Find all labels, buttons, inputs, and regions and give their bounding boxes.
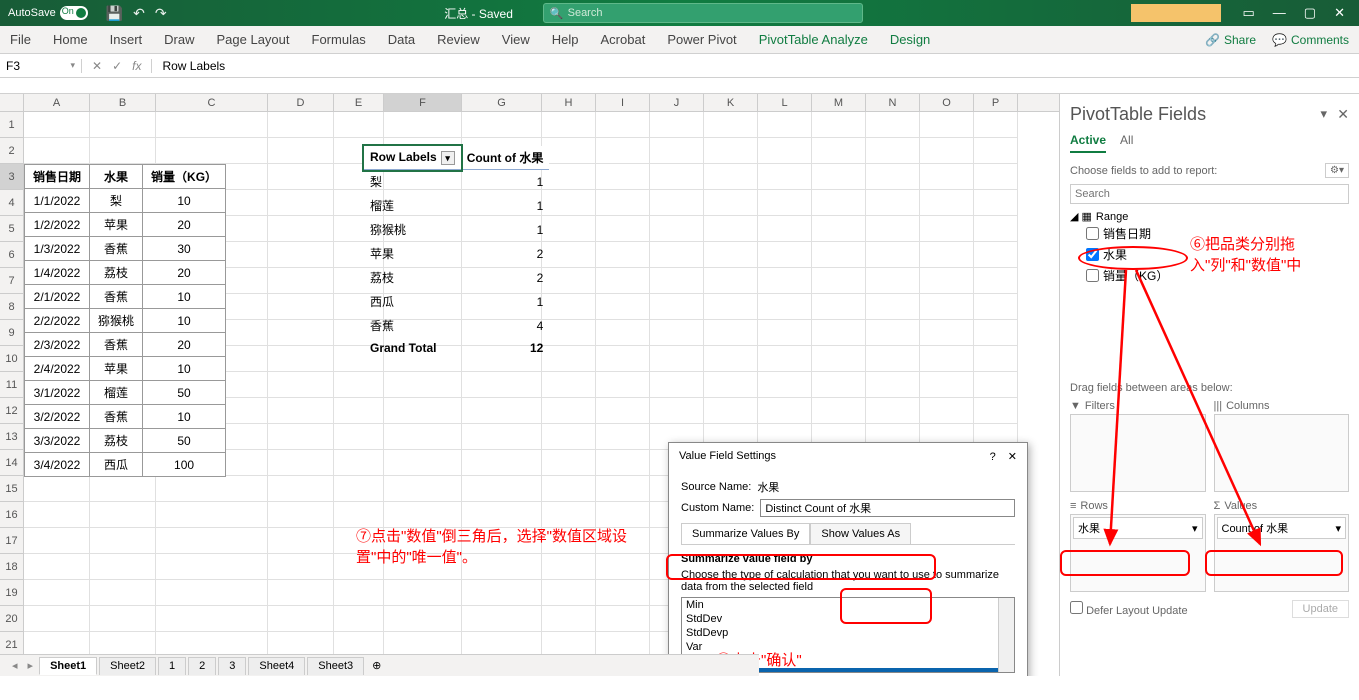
sheet-tabs: ◂ ▸ Sheet1Sheet2123Sheet4Sheet3 ⊕ — [0, 654, 759, 676]
field-水果[interactable]: 水果 — [1070, 244, 1349, 265]
pivot-table: Row Labels▾ Count of 水果 梨1榴莲1猕猴桃1苹果2荔枝2西… — [364, 146, 549, 359]
dialog-help-icon[interactable]: ? — [990, 451, 996, 463]
grand-total-label: Grand Total — [364, 338, 461, 359]
tab-design[interactable]: Design — [890, 32, 930, 47]
field-销量（KG）[interactable]: 销量（KG） — [1070, 265, 1349, 286]
sheet-nav-next[interactable]: ▸ — [24, 659, 38, 672]
summarize-desc: Choose the type of calculation that you … — [681, 569, 1015, 593]
fields-range-node[interactable]: ◢ ▦Range — [1070, 210, 1349, 223]
custom-name-label: Custom Name: — [681, 502, 754, 514]
tab-help[interactable]: Help — [552, 32, 579, 47]
source-name-value: 水果 — [757, 479, 779, 495]
tab-formulas[interactable]: Formulas — [312, 32, 366, 47]
dialog-title: Value Field Settings — [679, 450, 776, 462]
rows-area-label: ≡ Rows — [1070, 500, 1206, 512]
tab-power-pivot[interactable]: Power Pivot — [667, 32, 736, 47]
summarize-label: Summarize value field by — [681, 553, 1015, 565]
search-icon: 🔍 — [550, 7, 564, 20]
fields-search-input[interactable] — [1070, 184, 1349, 204]
name-box[interactable]: F3▾ — [0, 59, 82, 73]
columns-area-label: ||| Columns — [1214, 400, 1350, 412]
pivot-count-header: Count of 水果 — [461, 146, 550, 170]
fields-pane-options-icon[interactable]: ▾ — [1320, 106, 1327, 122]
source-data-table: 销售日期水果销量（KG） 1/1/2022梨101/2/2022苹果201/3/… — [24, 164, 226, 477]
new-sheet-button[interactable]: ⊕ — [366, 659, 387, 672]
tab-review[interactable]: Review — [437, 32, 480, 47]
quick-access-toolbar: 💾 ↶ ↷ — [96, 5, 177, 22]
show-values-tab[interactable]: Show Values As — [810, 523, 911, 544]
document-title: 汇总 - Saved — [444, 5, 513, 22]
summarize-tab[interactable]: Summarize Values By — [681, 523, 810, 544]
sheet-tab-2[interactable]: 2 — [188, 657, 216, 675]
rows-area-item[interactable]: 水果▾ — [1073, 517, 1203, 539]
spreadsheet-grid[interactable]: ABCDEFGHIJKLMNOP 12345678910111213141516… — [0, 94, 1059, 676]
redo-icon[interactable]: ↷ — [155, 5, 167, 22]
tab-pivottable-analyze[interactable]: PivotTable Analyze — [759, 32, 868, 47]
formula-input[interactable]: Row Labels — [152, 59, 235, 73]
tab-page-layout[interactable]: Page Layout — [217, 32, 290, 47]
field-销售日期[interactable]: 销售日期 — [1070, 223, 1349, 244]
tab-data[interactable]: Data — [388, 32, 415, 47]
dialog-close-icon[interactable]: ✕ — [1008, 451, 1017, 463]
sheet-tab-Sheet3[interactable]: Sheet3 — [307, 657, 364, 675]
close-icon[interactable]: ✕ — [1334, 5, 1345, 21]
rows-drop-area[interactable]: 水果▾ — [1070, 514, 1206, 592]
tab-view[interactable]: View — [502, 32, 530, 47]
search-box[interactable]: 🔍 Search — [543, 3, 863, 23]
values-area-label: Σ Values — [1214, 500, 1350, 512]
sheet-tab-1[interactable]: 1 — [158, 657, 186, 675]
value-field-settings-dialog: Value Field Settings ?✕ Source Name: 水果 … — [668, 442, 1028, 676]
undo-icon[interactable]: ↶ — [133, 5, 145, 22]
formula-bar: F3▾ ✕ ✓ fx Row Labels — [0, 54, 1359, 78]
cancel-formula-icon[interactable]: ✕ — [92, 59, 102, 73]
ribbon-mode-icon[interactable]: ▭ — [1243, 5, 1255, 21]
minimize-icon[interactable]: — — [1273, 5, 1286, 21]
values-area-item[interactable]: Count of 水果▾ — [1217, 517, 1347, 539]
sheet-tab-Sheet1[interactable]: Sheet1 — [39, 657, 97, 675]
values-drop-area[interactable]: Count of 水果▾ — [1214, 514, 1350, 592]
custom-name-input[interactable] — [760, 499, 1015, 517]
chevron-down-icon[interactable]: ▾ — [1335, 522, 1341, 535]
chevron-down-icon[interactable]: ▾ — [1192, 522, 1198, 535]
defer-update-checkbox[interactable]: Defer Layout Update — [1070, 601, 1188, 617]
enter-formula-icon[interactable]: ✓ — [112, 59, 122, 73]
drag-areas-label: Drag fields between areas below: — [1070, 382, 1349, 394]
fields-tab-all[interactable]: All — [1120, 133, 1133, 153]
tab-insert[interactable]: Insert — [110, 32, 143, 47]
maximize-icon[interactable]: ▢ — [1304, 5, 1316, 21]
row-labels-filter-dropdown[interactable]: ▾ — [441, 151, 455, 165]
fields-pane-close-icon[interactable]: ✕ — [1337, 106, 1349, 123]
columns-drop-area[interactable] — [1214, 414, 1350, 492]
pivot-row-labels-header[interactable]: Row Labels▾ — [364, 146, 461, 170]
fields-pane-title: PivotTable Fields — [1070, 104, 1349, 125]
tab-acrobat[interactable]: Acrobat — [601, 32, 646, 47]
grand-total-value: 12 — [461, 338, 550, 359]
sheet-tab-Sheet4[interactable]: Sheet4 — [248, 657, 305, 675]
tab-file[interactable]: File — [10, 32, 31, 47]
choose-fields-label: Choose fields to add to report: — [1070, 165, 1217, 177]
autosave-toggle[interactable]: AutoSave — [0, 6, 96, 20]
save-icon[interactable]: 💾 — [106, 5, 123, 22]
fields-tab-active[interactable]: Active — [1070, 133, 1106, 153]
pivottable-fields-pane: PivotTable Fields ▾ ✕ Active All Choose … — [1059, 94, 1359, 676]
tab-draw[interactable]: Draw — [164, 32, 194, 47]
tab-home[interactable]: Home — [53, 32, 88, 47]
sheet-tab-3[interactable]: 3 — [218, 657, 246, 675]
fx-icon[interactable]: fx — [132, 59, 141, 73]
title-bar: AutoSave 💾 ↶ ↷ 汇总 - Saved 🔍 Search ▭ — ▢… — [0, 0, 1359, 26]
update-button[interactable]: Update — [1292, 600, 1349, 618]
ribbon-tabs: File Home Insert Draw Page Layout Formul… — [0, 26, 1359, 54]
source-name-label: Source Name: — [681, 481, 751, 493]
filters-drop-area[interactable] — [1070, 414, 1206, 492]
comments-button[interactable]: 💬 Comments — [1272, 33, 1349, 47]
sheet-tab-Sheet2[interactable]: Sheet2 — [99, 657, 156, 675]
autosave-label: AutoSave — [8, 7, 56, 19]
filters-area-label: ▼ Filters — [1070, 400, 1206, 412]
share-button[interactable]: 🔗 Share — [1205, 33, 1256, 47]
fields-tools-icon[interactable]: ⚙▾ — [1325, 163, 1349, 178]
account-badge[interactable] — [1131, 4, 1221, 22]
sheet-nav-prev[interactable]: ◂ — [8, 659, 22, 672]
